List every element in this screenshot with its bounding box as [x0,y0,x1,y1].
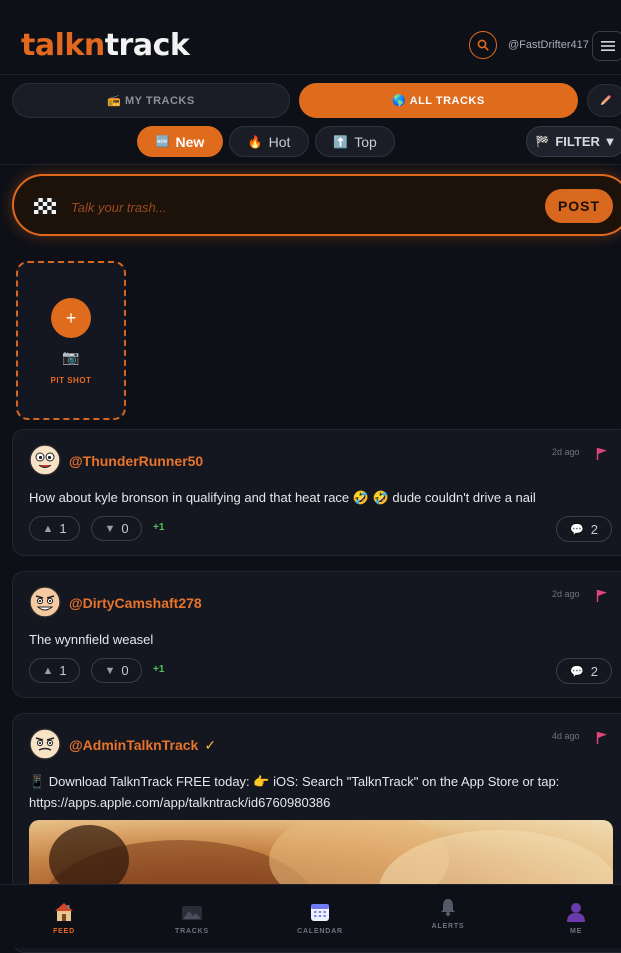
pencil-icon [601,94,612,105]
sort-hot-label: Hot [268,133,291,150]
comments-button[interactable]: 💬 2 [556,516,612,542]
report-flag-icon[interactable] [596,731,608,744]
post-input[interactable] [69,194,473,220]
post-text: The wynnfield weasel [29,632,154,647]
house-icon [55,903,73,921]
comment-icon: 💬 [570,523,584,536]
post-text: How about kyle bronson in qualifying and… [29,490,536,505]
downvote-icon: ▼ [104,664,116,677]
post-timestamp: 2d ago [552,447,580,457]
report-flag-icon[interactable] [596,589,608,602]
logo-text-track: track [104,28,190,63]
comment-count: 2 [590,521,598,537]
comment-icon: 💬 [570,665,584,678]
track-landscape-icon [182,906,202,920]
new-icon: 🆕 [155,136,170,148]
person-icon [567,903,585,922]
downvote-button[interactable]: ▼ 0 [91,658,142,683]
filter-button[interactable]: 🏁 FILTER ▼ [526,126,621,157]
avatar[interactable] [29,444,61,476]
sort-new-button[interactable]: 🆕 New [137,126,223,157]
upvote-count: 1 [59,663,67,678]
tab-all-tracks[interactable]: 🌎 ALL TRACKS [299,83,578,118]
post-card: @DirtyCamshaft278 2d ago The wynnfield w… [12,571,621,698]
pit-shot-label: PIT SHOT [50,376,92,385]
downvote-icon: ▼ [104,522,116,535]
avatar[interactable] [29,586,61,618]
sort-top-label: Top [354,133,377,150]
post-composer: POST [12,174,621,236]
hamburger-menu-icon [601,41,615,51]
post-timestamp: 4d ago [552,731,580,741]
post-author[interactable]: @DirtyCamshaft278 [69,595,202,611]
nav-feed[interactable]: FEED [2,885,126,948]
post-timestamp: 2d ago [552,589,580,599]
post-button[interactable]: POST [545,189,613,223]
nav-alerts-label: ALERTS [431,923,465,930]
tab-my-tracks[interactable]: 📻 MY TRACKS [12,83,290,118]
calendar-icon [311,904,329,921]
nav-me-label: ME [569,928,583,935]
sort-new-label: New [175,133,205,150]
sort-hot-button[interactable]: 🔥 Hot [229,126,309,157]
search-icon [477,39,489,51]
nav-tracks-label: TRACKS [175,928,209,935]
checkered-flag-icon: 🏁 [535,136,550,148]
pit-shot-upload[interactable]: + 📷 PIT SHOT [16,261,126,420]
comment-count: 2 [590,663,598,679]
post-author[interactable]: @AdminTalknTrack ✓ [69,737,216,754]
upvote-icon: ▲ [42,522,54,535]
post-text: 📱 Download TalknTrack FREE today: 👉 iOS:… [29,774,560,810]
filter-label: FILTER ▼ [555,134,617,149]
search-button[interactable] [469,31,497,59]
downvote-button[interactable]: ▼ 0 [91,516,142,541]
upvote-button[interactable]: ▲ 1 [29,658,80,683]
downvote-count: 0 [121,521,129,536]
divider [0,164,621,165]
camera-icon: 📷 [62,349,80,365]
current-username[interactable]: @FastDrifter417 [508,39,589,51]
nav-calendar-label: CALENDAR [297,928,343,935]
app-header: talkntrack @FastDrifter417 [0,0,621,75]
fire-icon: 🔥 [247,134,263,149]
app-logo[interactable]: talkntrack [21,28,190,63]
avatar[interactable] [29,728,61,760]
downvote-count: 0 [121,663,129,678]
up-arrow-icon: ⬆️ [333,134,349,149]
upvote-count: 1 [59,521,67,536]
upvote-button[interactable]: ▲ 1 [29,516,80,541]
menu-button[interactable] [592,31,621,61]
bell-icon [441,899,455,916]
logo-text-talkn: talkn [21,28,105,63]
author-name: @AdminTalknTrack [69,737,199,753]
nav-tracks[interactable]: TRACKS [130,885,254,948]
verified-check-icon: ✓ [204,737,217,753]
checkered-flag-icon [34,198,56,214]
nav-me[interactable]: ME [514,885,621,948]
bottom-navigation: FEED TRACKS CALENDAR ALERTS ME [0,884,621,948]
report-flag-icon[interactable] [596,447,608,460]
post-author[interactable]: @ThunderRunner50 [69,453,203,469]
nav-alerts[interactable]: ALERTS [386,885,510,948]
add-photo-button[interactable]: + [51,298,91,338]
edit-button[interactable] [587,84,621,117]
nav-calendar[interactable]: CALENDAR [258,885,382,948]
vote-score: +1 [153,664,165,675]
post-card: @ThunderRunner50 2d ago How about kyle b… [12,429,621,556]
sort-top-button[interactable]: ⬆️ Top [315,126,395,157]
nav-feed-label: FEED [53,928,75,935]
vote-score: +1 [153,522,165,533]
upvote-icon: ▲ [42,664,54,677]
comments-button[interactable]: 💬 2 [556,658,612,684]
